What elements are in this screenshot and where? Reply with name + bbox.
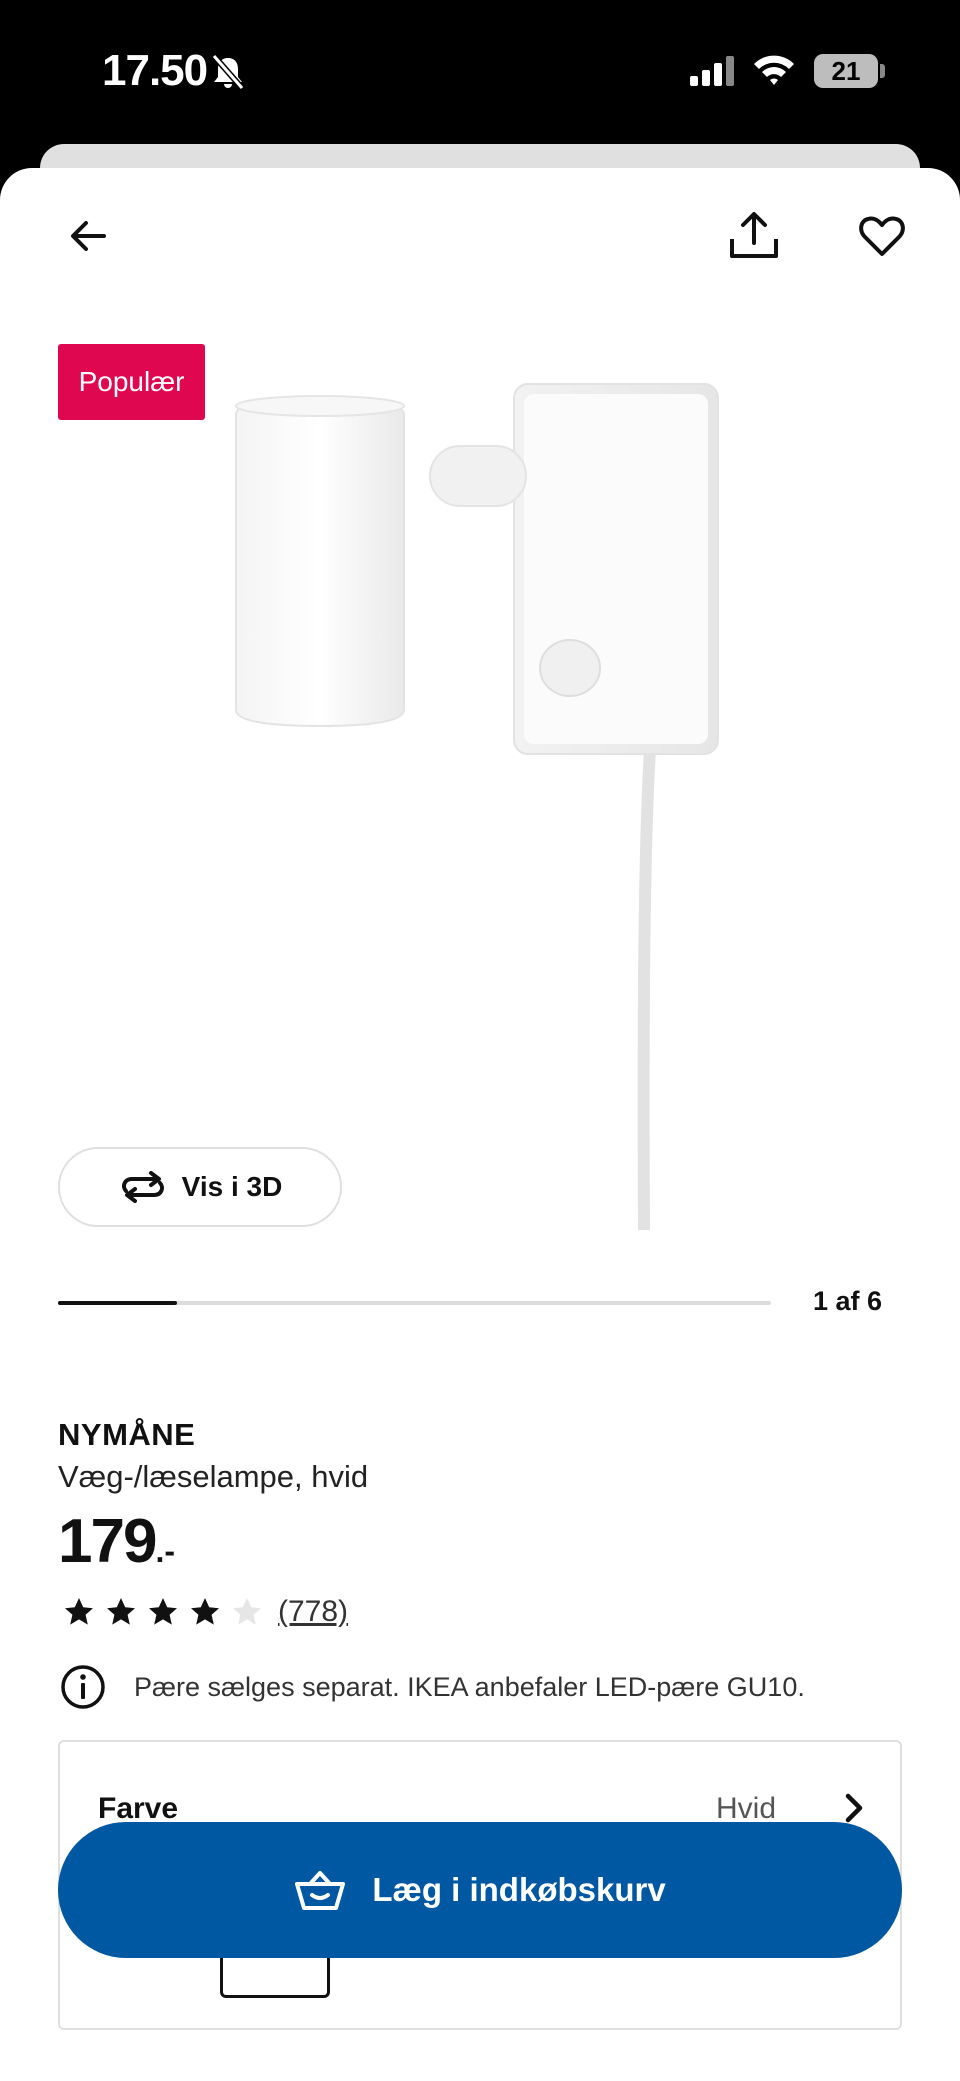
color-swatch-selected[interactable] [220,1956,330,1998]
price-suffix: .- [155,1533,175,1569]
product-price: 179.- [58,1506,175,1577]
bulb-notice-text: Pære sælges separat. IKEA anbefaler LED-… [134,1671,805,1702]
price-integer: 179 [58,1507,157,1576]
back-arrow-icon [71,221,106,251]
add-to-cart-button[interactable]: Læg i indkøbskurv [58,1822,902,1958]
battery-icon: 21 [814,54,878,88]
view-3d-label: Vis i 3D [181,1171,283,1202]
share-button[interactable] [718,200,790,272]
favourite-button[interactable] [846,200,918,272]
product-image[interactable] [230,380,740,1230]
color-option-label: Farve [98,1792,179,1825]
cellular-signal-icon [690,54,736,91]
view-3d-button[interactable]: Vis i 3D [58,1147,342,1227]
star-filled-icon [142,1591,184,1633]
battery-nub [880,64,885,78]
star-filled-icon [184,1591,226,1633]
back-button[interactable] [52,200,124,272]
product-description: Væg-/læselampe, hvid [58,1459,369,1494]
share-icon [730,212,778,258]
rotate-3d-icon [121,1171,164,1203]
add-to-cart-label: Læg i indkøbskurv [372,1871,666,1908]
heart-icon [859,216,905,256]
star-filled-icon [100,1591,142,1633]
wifi-icon [752,52,796,91]
review-count-link[interactable]: (778) [278,1595,348,1629]
gallery-progress-fill [58,1301,177,1305]
info-icon [61,1665,105,1709]
rating[interactable]: (778) [58,1591,348,1633]
status-time: 17.50 [102,46,208,95]
star-empty-icon [226,1591,268,1633]
rating-stars [58,1591,268,1633]
bell-muted-icon [208,52,248,92]
bulb-notice: Pære sælges separat. IKEA anbefaler LED-… [60,1664,805,1710]
product-name: NYMÅNE [58,1417,196,1452]
popular-badge: Populær [58,344,205,420]
status-bar: 17.50 21 [0,0,960,145]
star-filled-icon [58,1591,100,1633]
gallery-progress [58,1301,771,1305]
gallery-counter: 1 af 6 [812,1286,882,1316]
color-option-value: Hvid [716,1792,777,1825]
basket-icon [295,1871,346,1910]
